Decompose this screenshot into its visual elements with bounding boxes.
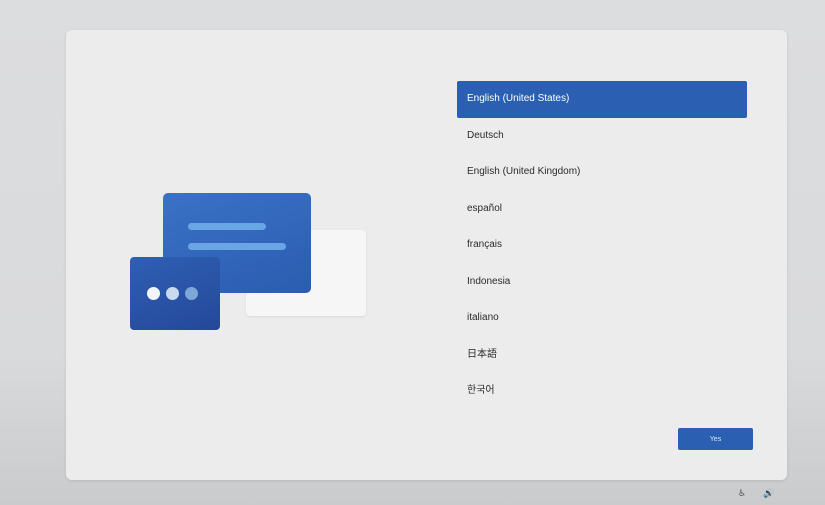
typing-dot-3 xyxy=(185,287,198,300)
typing-dot-1 xyxy=(147,287,160,300)
language-item-indonesia[interactable]: Indonesia xyxy=(457,264,747,301)
language-item-deutsch[interactable]: Deutsch xyxy=(457,118,747,155)
text-line-1 xyxy=(188,223,266,230)
volume-icon[interactable]: 🔊 xyxy=(763,489,774,499)
text-line-2 xyxy=(188,243,286,250)
accessibility-icon[interactable]: ♿ xyxy=(738,489,746,499)
typing-dot-2 xyxy=(166,287,179,300)
language-item-francais[interactable]: français xyxy=(457,227,747,264)
language-item-japanese[interactable]: 日本語 xyxy=(457,337,747,374)
chat-card-dots xyxy=(130,257,220,330)
language-item-english-uk[interactable]: English (United Kingdom) xyxy=(457,154,747,191)
language-item-espanol[interactable]: español xyxy=(457,191,747,228)
language-illustration xyxy=(128,190,368,340)
oobe-panel: English (United States) Deutsch English … xyxy=(66,30,787,480)
yes-button[interactable]: Yes xyxy=(678,428,753,450)
language-item-english-us[interactable]: English (United States) xyxy=(457,81,747,118)
language-list[interactable]: English (United States) Deutsch English … xyxy=(457,81,747,410)
language-item-italiano[interactable]: italiano xyxy=(457,300,747,337)
language-item-korean[interactable]: 한국어 xyxy=(457,373,747,410)
